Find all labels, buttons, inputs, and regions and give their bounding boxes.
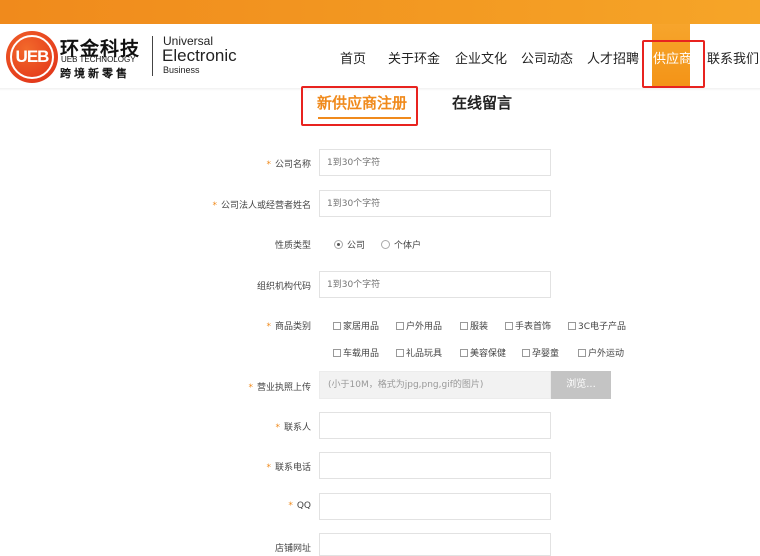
required-mark: * xyxy=(266,463,271,473)
logo-line-electronic: Electronic xyxy=(162,46,237,65)
checkbox-icon xyxy=(578,349,586,357)
tab-highlight-box xyxy=(301,86,418,126)
logo-ring: UEB xyxy=(10,35,54,79)
license-label: * 营业执照上传 xyxy=(248,380,311,393)
nav-item-culture[interactable]: 企业文化 xyxy=(455,48,507,67)
required-mark: * xyxy=(212,201,217,211)
logo-mark[interactable]: UEB xyxy=(6,31,58,83)
category-checkbox-outdoor-sports[interactable]: 户外运动 xyxy=(578,346,624,359)
checkbox-label: 户外用品 xyxy=(406,322,443,332)
browse-button[interactable]: 浏览... xyxy=(551,371,611,399)
nav-item-about[interactable]: 关于环金 xyxy=(388,48,440,67)
contact-input[interactable] xyxy=(319,412,551,439)
nav-item-news[interactable]: 公司动态 xyxy=(521,48,573,67)
checkbox-icon xyxy=(333,349,341,357)
checkbox-label: 礼品玩具 xyxy=(406,349,443,359)
checkbox-label: 3C电子产品 xyxy=(578,322,627,332)
category-checkbox-jewelry[interactable]: 手表首饰 xyxy=(505,319,551,332)
category-checkbox-outdoor-goods[interactable]: 户外用品 xyxy=(396,319,442,332)
nature-option-individual[interactable]: 个体户 xyxy=(381,238,421,251)
qq-input[interactable] xyxy=(319,493,551,520)
contact-label: * 联系人 xyxy=(275,420,311,433)
legal-person-input[interactable] xyxy=(319,190,551,217)
category-label-text: 商品类别 xyxy=(274,322,311,332)
required-mark: * xyxy=(248,383,253,393)
logo-en-name: UEB TECHNOLOGY xyxy=(61,55,136,64)
nav-item-contact[interactable]: 联系我们 xyxy=(707,48,759,67)
category-checkbox-gifts-toys[interactable]: 礼品玩具 xyxy=(396,346,442,359)
checkbox-label: 户外运动 xyxy=(588,349,625,359)
logo-divider xyxy=(152,36,153,76)
nature-label: 性质类型 xyxy=(274,241,311,251)
radio-selected-icon xyxy=(334,240,343,249)
category-checkbox-car[interactable]: 车载用品 xyxy=(333,346,379,359)
category-checkbox-beauty[interactable]: 美容保健 xyxy=(460,346,506,359)
legal-person-label: * 公司法人或经营者姓名 xyxy=(212,198,311,211)
nav-item-careers[interactable]: 人才招聘 xyxy=(587,48,639,67)
shop-url-input[interactable] xyxy=(319,533,551,556)
company-name-input[interactable] xyxy=(319,149,551,176)
required-mark: * xyxy=(288,501,293,511)
checkbox-icon xyxy=(333,322,341,330)
required-mark: * xyxy=(275,423,280,433)
checkbox-label: 孕婴童 xyxy=(532,349,560,359)
legal-person-label-text: 公司法人或经营者姓名 xyxy=(220,201,311,211)
tab-online-message[interactable]: 在线留言 xyxy=(452,92,512,113)
checkbox-icon xyxy=(396,349,404,357)
required-mark: * xyxy=(266,160,271,170)
checkbox-label: 家居用品 xyxy=(343,322,380,332)
category-checkbox-apparel[interactable]: 服装 xyxy=(460,319,488,332)
license-upload-field[interactable]: (小于10M，格式为jpg,png,gif的图片) xyxy=(319,371,551,399)
checkbox-icon xyxy=(460,349,468,357)
radio-unselected-icon xyxy=(381,240,390,249)
nav-highlight-box xyxy=(642,40,705,88)
shop-url-label: 店铺网址 xyxy=(274,544,311,554)
category-checkbox-3c[interactable]: 3C电子产品 xyxy=(568,319,626,332)
phone-label-text: 联系电话 xyxy=(274,463,311,473)
logo-mark-text: UEB xyxy=(15,47,50,66)
checkbox-icon xyxy=(568,322,576,330)
category-label: * 商品类别 xyxy=(266,319,311,332)
license-label-text: 营业执照上传 xyxy=(256,383,311,393)
checkbox-icon xyxy=(522,349,530,357)
qq-label-text: QQ xyxy=(296,501,311,511)
logo-slogan: 跨境新零售 xyxy=(60,67,130,80)
org-code-label: 组织机构代码 xyxy=(256,282,311,292)
nature-option-company-label: 公司 xyxy=(347,241,366,251)
phone-input[interactable] xyxy=(319,452,551,479)
contact-label-text: 联系人 xyxy=(283,423,311,433)
category-checkbox-home[interactable]: 家居用品 xyxy=(333,319,379,332)
company-name-label-text: 公司名称 xyxy=(274,160,311,170)
top-bar xyxy=(0,0,760,24)
checkbox-label: 手表首饰 xyxy=(515,322,552,332)
nature-option-company[interactable]: 公司 xyxy=(334,238,365,251)
required-mark: * xyxy=(266,322,271,332)
qq-label: * QQ xyxy=(288,501,311,511)
checkbox-icon xyxy=(460,322,468,330)
nav-item-home[interactable]: 首页 xyxy=(340,48,366,67)
org-code-input[interactable] xyxy=(319,271,551,298)
checkbox-icon xyxy=(396,322,404,330)
checkbox-label: 服装 xyxy=(470,322,489,332)
category-checkbox-baby[interactable]: 孕婴童 xyxy=(522,346,559,359)
logo-line-business: Business xyxy=(163,65,200,75)
checkbox-label: 车载用品 xyxy=(343,349,380,359)
nature-option-individual-label: 个体户 xyxy=(394,241,422,251)
phone-label: * 联系电话 xyxy=(266,460,311,473)
company-name-label: * 公司名称 xyxy=(266,157,311,170)
checkbox-icon xyxy=(505,322,513,330)
checkbox-label: 美容保健 xyxy=(470,349,507,359)
